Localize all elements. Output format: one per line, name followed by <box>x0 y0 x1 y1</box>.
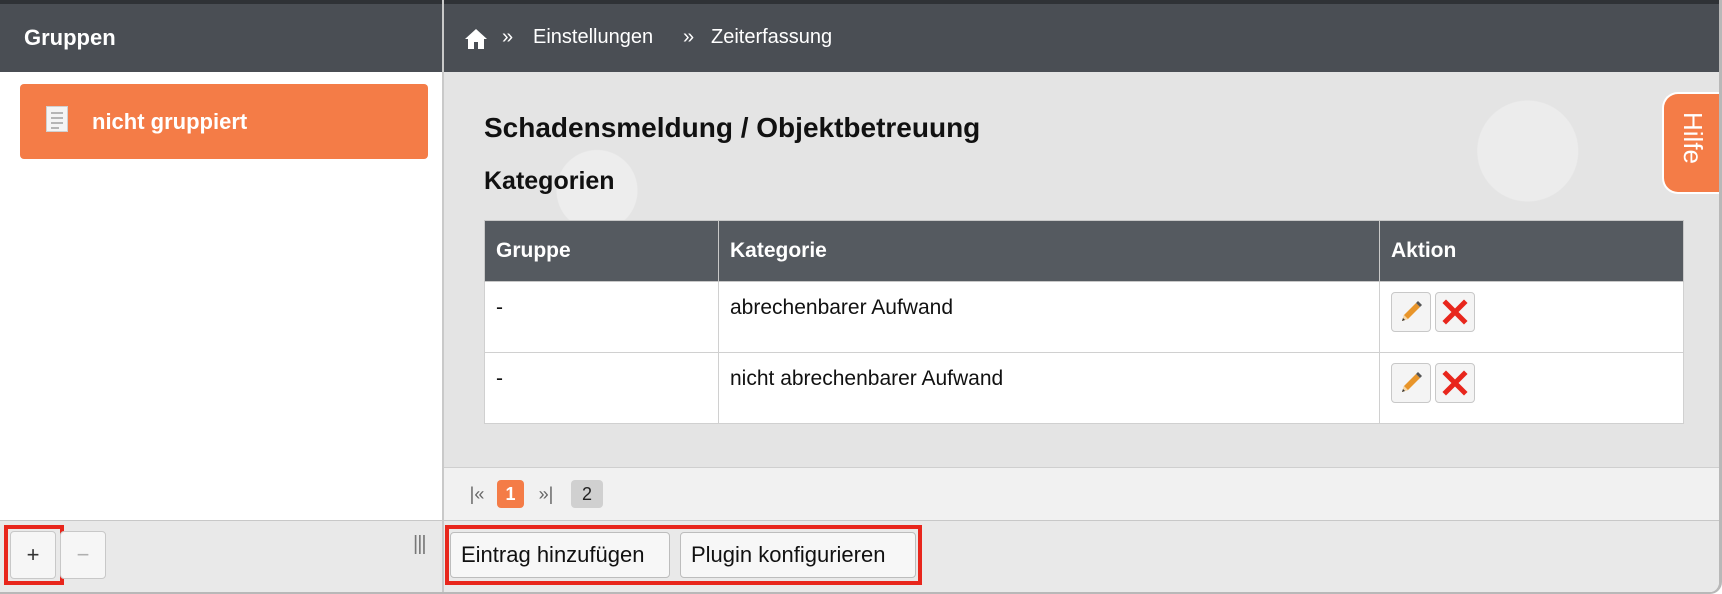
delete-icon <box>1442 370 1468 396</box>
pagination: |« 1 »| 2 <box>444 467 1719 520</box>
help-tab[interactable]: Hilfe <box>1662 92 1719 194</box>
groups-list: nicht gruppiert <box>0 72 442 520</box>
last-page-button[interactable]: »| <box>531 480 561 508</box>
current-page[interactable]: 1 <box>497 480 524 508</box>
cell-gruppe: - <box>484 281 719 353</box>
column-header-kategorie[interactable]: Kategorie <box>718 220 1380 282</box>
breadcrumb-separator: » <box>683 26 695 48</box>
edit-icon <box>1402 372 1422 392</box>
group-item-nicht-gruppiert[interactable]: nicht gruppiert <box>20 84 428 159</box>
page-count[interactable]: 2 <box>571 480 603 508</box>
home-icon[interactable] <box>464 28 488 50</box>
groups-panel-title: Gruppen <box>24 25 116 50</box>
cell-kategorie: abrechenbarer Aufwand <box>718 281 1380 353</box>
remove-group-button[interactable]: − <box>60 531 106 579</box>
column-header-aktion: Aktion <box>1379 220 1684 282</box>
highlight-add-group <box>4 525 64 585</box>
groups-panel-header: Gruppen <box>0 0 442 72</box>
group-item-label: nicht gruppiert <box>92 109 248 134</box>
app-window: Gruppen nicht gruppiert + − ||| » Einste… <box>0 0 1722 594</box>
delete-icon <box>1442 299 1468 325</box>
delete-button[interactable] <box>1435 363 1475 403</box>
cell-kategorie: nicht abrechenbarer Aufwand <box>718 352 1380 424</box>
breadcrumb-item-zeiterfassung[interactable]: Zeiterfassung <box>711 26 832 49</box>
breadcrumb-item-einstellungen[interactable]: Einstellungen <box>533 26 653 49</box>
breadcrumb: » Einstellungen » Zeiterfassung <box>444 0 1719 72</box>
main-content: Schadensmeldung / Objektbetreuung Katego… <box>444 72 1719 467</box>
groups-panel-footer: + − ||| <box>0 520 444 592</box>
document-icon <box>46 106 68 132</box>
cell-gruppe: - <box>484 352 719 424</box>
highlight-toolbar-buttons <box>445 525 922 585</box>
breadcrumb-separator: » <box>502 26 514 48</box>
panel-resize-handle[interactable]: ||| <box>413 533 427 556</box>
section-title: Kategorien <box>484 167 615 195</box>
page-title: Schadensmeldung / Objektbetreuung <box>484 112 981 143</box>
edit-icon <box>1402 301 1422 321</box>
categories-table: Gruppe Kategorie Aktion - abrechenbarer … <box>484 220 1684 424</box>
table-row: - abrechenbarer Aufwand <box>484 281 1684 353</box>
bottom-toolbar: Eintrag hinzufügen Plugin konfigurieren <box>444 520 1719 592</box>
help-tab-label: Hilfe <box>1678 112 1708 165</box>
cell-aktion <box>1379 281 1684 353</box>
edit-button[interactable] <box>1391 363 1431 403</box>
cell-aktion <box>1379 352 1684 424</box>
table-header-row: Gruppe Kategorie Aktion <box>484 220 1684 282</box>
column-header-gruppe[interactable]: Gruppe <box>484 220 719 282</box>
first-page-button[interactable]: |« <box>462 480 492 508</box>
table-row: - nicht abrechenbarer Aufwand <box>484 352 1684 424</box>
delete-button[interactable] <box>1435 292 1475 332</box>
edit-button[interactable] <box>1391 292 1431 332</box>
